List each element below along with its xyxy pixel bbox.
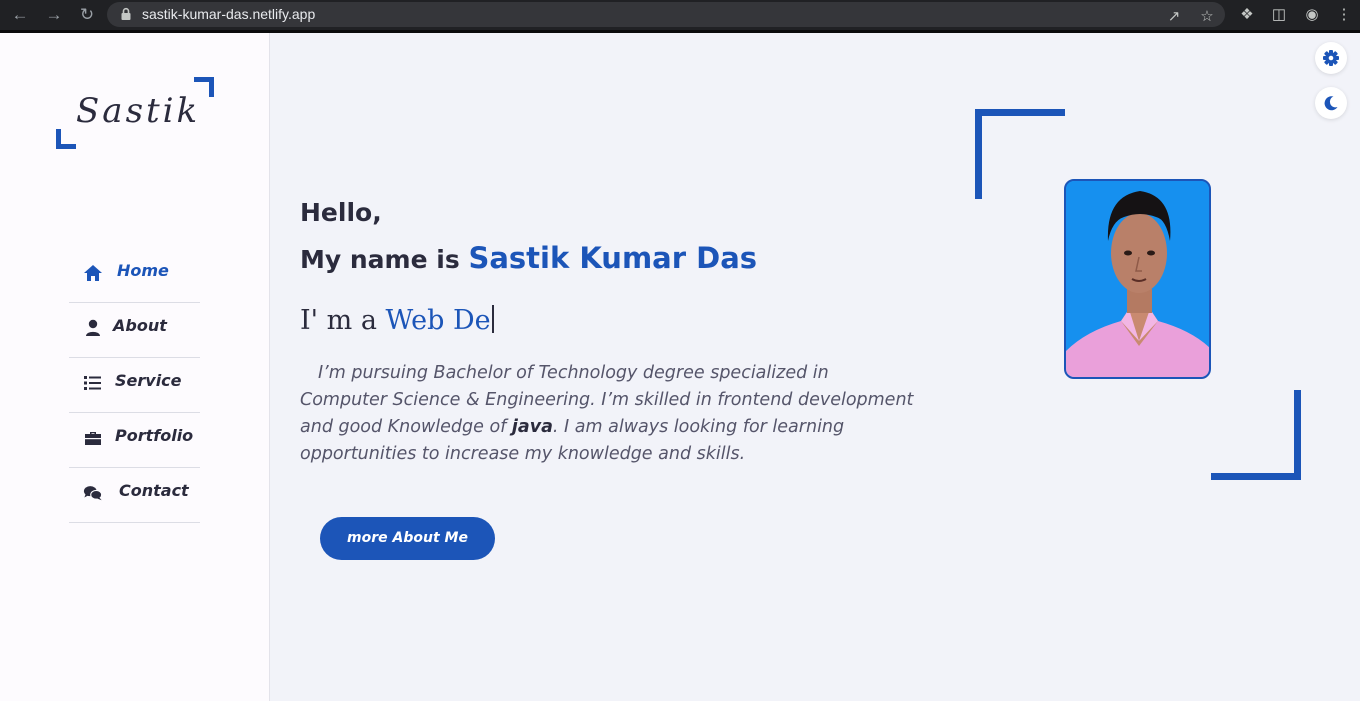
nav-item-contact[interactable]: Contact	[69, 468, 200, 523]
photo-frame-top-left	[975, 109, 1065, 199]
greeting: Hello,	[300, 198, 382, 227]
nav-menu: Home About Service Portfolio Contact	[69, 248, 200, 523]
back-icon[interactable]: ←	[8, 4, 32, 26]
theme-toggle-button[interactable]	[1315, 87, 1347, 119]
more-about-button[interactable]: more About Me	[320, 517, 495, 560]
sidebar: Sastik Home About Service Portfolio Cont…	[0, 33, 270, 701]
nav-label-service: Service	[115, 371, 182, 390]
gear-icon	[1323, 50, 1339, 66]
reload-icon[interactable]: ↻	[75, 4, 99, 26]
share-icon[interactable]: ↗	[1164, 7, 1184, 27]
profile-icon[interactable]: ◉	[1302, 5, 1322, 25]
browser-toolbar: ← → ↻ sastik-kumar-das.netlify.app ↗ ☆ ❖…	[0, 0, 1360, 33]
moon-icon	[1324, 96, 1338, 111]
url-text: sastik-kumar-das.netlify.app	[142, 6, 316, 22]
logo-text: Sastik	[76, 91, 201, 131]
nav-label-home: Home	[117, 261, 169, 280]
nav-item-portfolio[interactable]: Portfolio	[69, 413, 200, 468]
nav-label-portfolio: Portfolio	[115, 426, 194, 445]
home-icon	[84, 265, 102, 281]
sidepanel-icon[interactable]: ◫	[1269, 5, 1289, 25]
name-heading: My name is Sastik Kumar Das	[300, 241, 757, 275]
typing-cursor	[491, 305, 494, 333]
bio-emphasis: java	[511, 417, 553, 437]
nav-label-about: About	[113, 316, 167, 335]
typed-prefix: I' m a	[300, 305, 377, 336]
nav-label-contact: Contact	[119, 481, 189, 500]
nav-item-home[interactable]: Home	[69, 248, 200, 303]
photo-frame-bottom-right	[1211, 390, 1301, 480]
nav-item-about[interactable]: About	[69, 303, 200, 358]
bio-text: I’m pursuing Bachelor of Technology degr…	[300, 360, 915, 468]
chat-icon	[83, 486, 103, 501]
logo[interactable]: Sastik	[56, 77, 214, 149]
profile-photo	[1064, 179, 1211, 379]
forward-icon[interactable]: →	[42, 4, 66, 26]
page: Sastik Home About Service Portfolio Cont…	[0, 33, 1360, 701]
list-icon	[84, 376, 101, 390]
address-bar[interactable]: sastik-kumar-das.netlify.app ↗ ☆	[107, 2, 1225, 27]
profile-portrait	[1066, 181, 1209, 377]
menu-icon[interactable]: ⋮	[1334, 5, 1354, 25]
nav-item-service[interactable]: Service	[69, 358, 200, 413]
typed-role: I' m a Web De	[300, 305, 494, 336]
extensions-icon[interactable]: ❖	[1237, 5, 1257, 25]
star-icon[interactable]: ☆	[1197, 7, 1217, 27]
briefcase-icon	[85, 432, 101, 445]
logo-corner-bottom-left	[56, 129, 76, 149]
lock-icon	[121, 7, 131, 20]
typed-text: Web De	[385, 305, 491, 336]
name-highlight: Sastik Kumar Das	[468, 241, 758, 275]
name-prefix: My name is	[300, 245, 460, 274]
user-icon	[86, 319, 100, 336]
settings-button[interactable]	[1315, 42, 1347, 74]
